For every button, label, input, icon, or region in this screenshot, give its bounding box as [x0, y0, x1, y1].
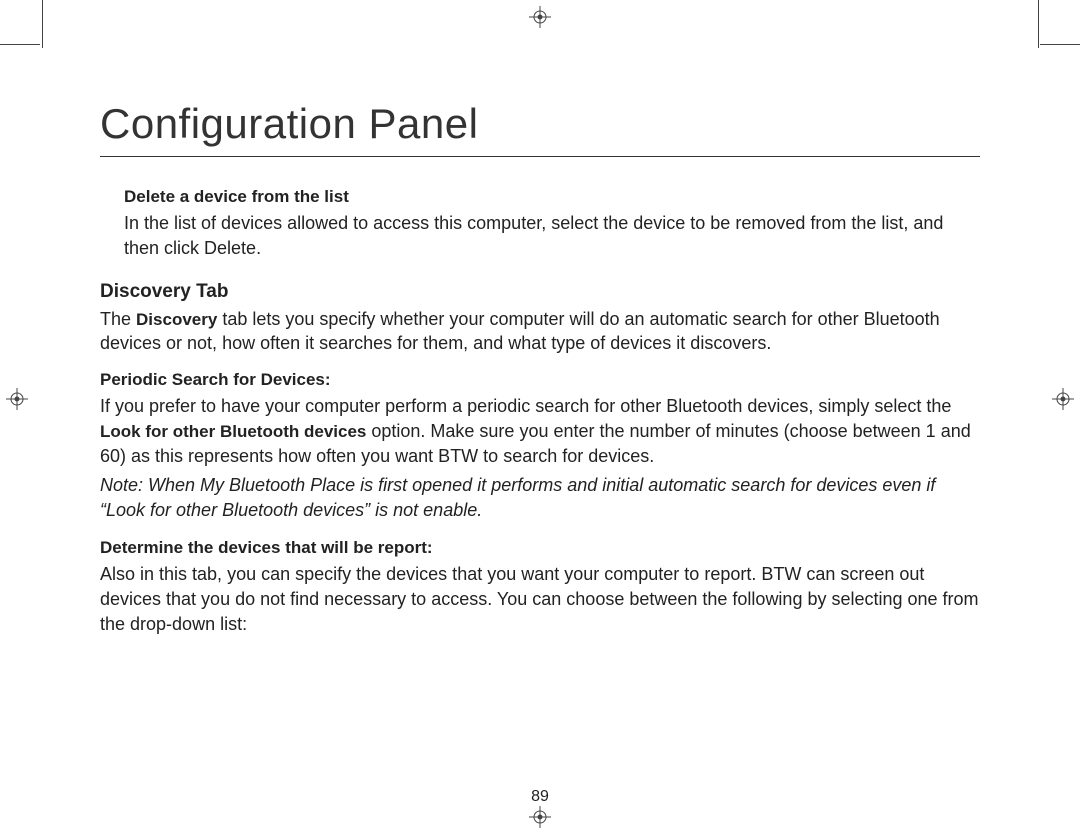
crop-line [1038, 0, 1039, 48]
registration-mark-icon [1052, 388, 1074, 410]
paragraph: If you prefer to have your computer perf… [100, 394, 980, 468]
subheading-periodic: Periodic Search for Devices: [100, 370, 980, 390]
paragraph: The Discovery tab lets you specify wheth… [100, 307, 980, 357]
crop-line [0, 44, 40, 45]
bold-text: Discovery [136, 310, 217, 329]
crop-line [1040, 44, 1080, 45]
document-page: Configuration Panel Delete a device from… [0, 0, 1080, 831]
content-block: Configuration Panel Delete a device from… [100, 100, 980, 651]
page-title: Configuration Panel [100, 100, 980, 148]
subheading-determine: Determine the devices that will be repor… [100, 538, 980, 558]
section-delete: Delete a device from the list In the lis… [124, 187, 980, 261]
title-rule [100, 156, 980, 157]
registration-mark-icon [529, 806, 551, 828]
heading-discovery: Discovery Tab [100, 281, 980, 303]
paragraph: In the list of devices allowed to access… [124, 211, 980, 261]
crop-line [42, 0, 43, 48]
bold-text: Look for other Bluetooth devices [100, 422, 366, 441]
note-paragraph: Note: When My Bluetooth Place is first o… [100, 473, 980, 523]
registration-mark-icon [529, 6, 551, 28]
text: The [100, 309, 136, 329]
text: If you prefer to have your computer perf… [100, 396, 951, 416]
page-number: 89 [0, 788, 1080, 806]
text: tab lets you specify whether your comput… [100, 309, 940, 354]
subheading-delete: Delete a device from the list [124, 187, 980, 207]
paragraph: Also in this tab, you can specify the de… [100, 562, 980, 636]
registration-mark-icon [6, 388, 28, 410]
